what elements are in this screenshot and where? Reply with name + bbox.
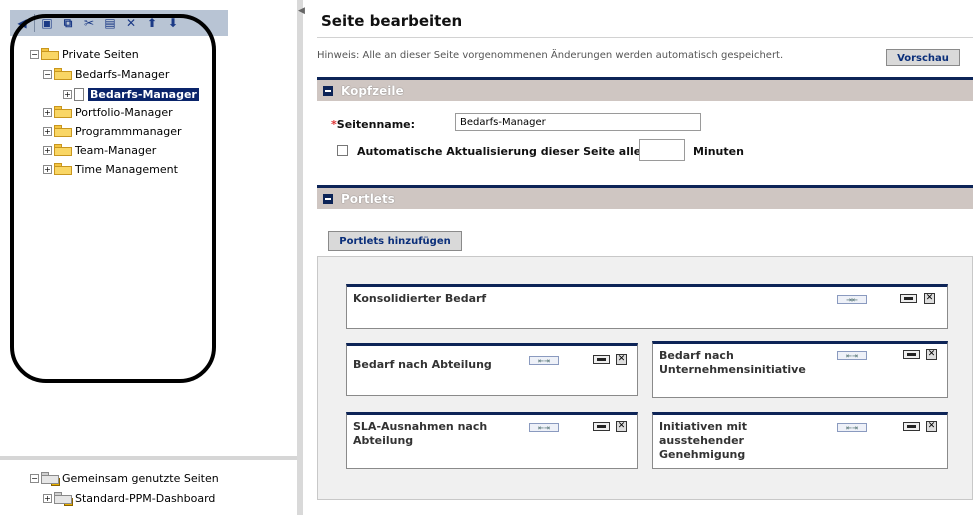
preview-button[interactable]: Vorschau	[886, 49, 960, 66]
remove-portlet-icon[interactable]: ✕	[926, 349, 937, 360]
tree-label: Bedarfs-Manager	[75, 67, 170, 81]
expand-icon[interactable]: +	[43, 493, 52, 503]
widen-icon[interactable]: ⇤⇥	[837, 351, 867, 360]
widen-icon[interactable]: ⇤⇥	[529, 356, 559, 365]
tree-node-bedarfs-folder[interactable]: − Bedarfs-Manager	[43, 66, 169, 82]
add-portlets-button[interactable]: Portlets hinzufügen	[328, 231, 462, 251]
tree-node-private[interactable]: − Private Seiten	[30, 46, 139, 62]
expand-icon[interactable]: +	[43, 126, 52, 136]
folder-icon	[54, 68, 72, 80]
minutes-label: Minuten	[693, 145, 744, 158]
folder-icon	[41, 48, 59, 60]
pane-divider[interactable]	[0, 456, 297, 460]
tree-label: Private Seiten	[62, 47, 139, 61]
new-page-icon[interactable]: ▣	[38, 13, 56, 33]
tree-label: Team-Manager	[75, 143, 157, 157]
tree-node-programm[interactable]: + Programmmanager	[43, 123, 182, 139]
tree-label: Standard-PPM-Dashboard	[75, 491, 216, 505]
folder-icon	[54, 163, 72, 175]
tree-node-portfolio[interactable]: + Portfolio-Manager	[43, 104, 173, 120]
portlet-sla-ausnahmen[interactable]: SLA-Ausnahmen nach Abteilung ⇤⇥ ✕	[346, 412, 638, 469]
collapse-icon[interactable]: −	[43, 69, 52, 79]
tree-node-dashboard[interactable]: + Standard-PPM-Dashboard	[43, 490, 215, 506]
portlet-konsolidierter-bedarf[interactable]: Konsolidierter Bedarf ⇥⇤ ✕	[346, 284, 948, 329]
autosave-hint: Hinweis: Alle an dieser Seite vorgenomme…	[317, 50, 784, 61]
tree-label-selected: Bedarfs-Manager	[88, 87, 199, 101]
edit-page-pane: Seite bearbeiten Hinweis: Alle an dieser…	[303, 0, 976, 515]
expand-icon[interactable]: +	[43, 145, 52, 155]
tree-node-time[interactable]: + Time Management	[43, 161, 178, 177]
edit-portlet-icon[interactable]	[593, 422, 610, 431]
delete-icon[interactable]: ✕	[122, 13, 140, 33]
collapse-icon[interactable]: −	[30, 473, 39, 483]
paste-icon[interactable]: ▤	[101, 13, 119, 33]
shared-folder-icon	[54, 492, 73, 506]
toolbar-separator	[34, 14, 35, 32]
portlet-bedarf-nach-abteilung[interactable]: Bedarf nach Abteilung ⇤⇥ ✕	[346, 343, 638, 396]
tree-node-team[interactable]: + Team-Manager	[43, 142, 156, 158]
tree-label: Portfolio-Manager	[75, 105, 173, 119]
remove-portlet-icon[interactable]: ✕	[616, 354, 627, 365]
collapse-section-icon[interactable]	[323, 193, 333, 204]
widen-icon[interactable]: ⇤⇥	[529, 423, 559, 432]
auto-refresh-checkbox[interactable]	[337, 145, 348, 156]
page-title: Seite bearbeiten	[321, 12, 463, 30]
tree-label: Gemeinsam genutzte Seiten	[62, 471, 219, 485]
edit-portlet-icon[interactable]	[593, 355, 610, 364]
copy-icon[interactable]: ⧉	[59, 13, 77, 33]
section-title: Portlets	[341, 191, 395, 206]
folder-icon	[54, 106, 72, 118]
portlet-initiativen-ausstehend[interactable]: Initiativen mit ausstehender Genehmigung…	[652, 412, 948, 469]
collapse-icon[interactable]: −	[30, 49, 39, 59]
expand-icon[interactable]: +	[43, 107, 52, 117]
widen-icon[interactable]: ⇤⇥	[837, 423, 867, 432]
remove-portlet-icon[interactable]: ✕	[924, 293, 935, 304]
edit-portlet-icon[interactable]	[903, 350, 920, 359]
portlet-title: Konsolidierter Bedarf	[353, 292, 487, 305]
page-name-label: *Seitenname:	[331, 118, 415, 131]
edit-portlet-icon[interactable]	[900, 294, 917, 303]
back-arrow-icon[interactable]: ◀	[13, 13, 31, 33]
move-up-icon[interactable]: ⬆	[143, 13, 161, 33]
refresh-minutes-input[interactable]	[639, 139, 685, 161]
folder-icon	[54, 125, 72, 137]
expand-icon[interactable]: +	[43, 164, 52, 174]
portlet-title: Bedarf nach Abteilung	[353, 358, 492, 371]
page-name-input[interactable]	[455, 113, 701, 131]
edit-portlet-icon[interactable]	[903, 422, 920, 431]
section-header-portlets[interactable]: Portlets	[317, 185, 973, 209]
remove-portlet-icon[interactable]: ✕	[926, 421, 937, 432]
tree-label: Programmmanager	[75, 124, 182, 138]
folder-icon	[54, 144, 72, 156]
tree-node-shared[interactable]: − Gemeinsam genutzte Seiten	[30, 470, 219, 486]
move-down-icon[interactable]: ⬇	[164, 13, 182, 33]
narrow-width-icon[interactable]: ⇥⇤	[837, 295, 867, 304]
page-name-label-text: Seitenname:	[336, 118, 416, 131]
remove-portlet-icon[interactable]: ✕	[616, 421, 627, 432]
expand-icon[interactable]: +	[63, 89, 72, 99]
tree-label: Time Management	[75, 162, 178, 176]
tree-node-bedarfs-page[interactable]: + Bedarfs-Manager	[63, 86, 199, 102]
tree-toolbar: ◀ ▣ ⧉ ✂ ▤ ✕ ⬆ ⬇	[10, 10, 228, 36]
portlet-layout-area: Konsolidierter Bedarf ⇥⇤ ✕ Bedarf nach A…	[317, 256, 973, 500]
page-tree-pane: ◀ ▣ ⧉ ✂ ▤ ✕ ⬆ ⬇ − Private Seiten − Bedar…	[0, 0, 297, 515]
page-icon	[74, 87, 84, 101]
portlet-bedarf-nach-unternehmensinitiative[interactable]: Bedarf nach Unternehmensinitiative ⇤⇥ ✕	[652, 341, 948, 398]
cut-icon[interactable]: ✂	[80, 13, 98, 33]
portlet-title: Initiativen mit ausstehender Genehmigung	[659, 420, 747, 461]
auto-refresh-label: Automatische Aktualisierung dieser Seite…	[357, 145, 642, 158]
collapse-section-icon[interactable]	[323, 85, 333, 96]
divider	[317, 37, 973, 38]
shared-folder-icon	[41, 472, 60, 486]
section-header-kopfzeile[interactable]: Kopfzeile	[317, 77, 973, 101]
portlet-title: SLA-Ausnahmen nach Abteilung	[353, 420, 488, 447]
section-title: Kopfzeile	[341, 83, 404, 98]
portlet-title: Bedarf nach Unternehmensinitiative	[659, 349, 806, 376]
